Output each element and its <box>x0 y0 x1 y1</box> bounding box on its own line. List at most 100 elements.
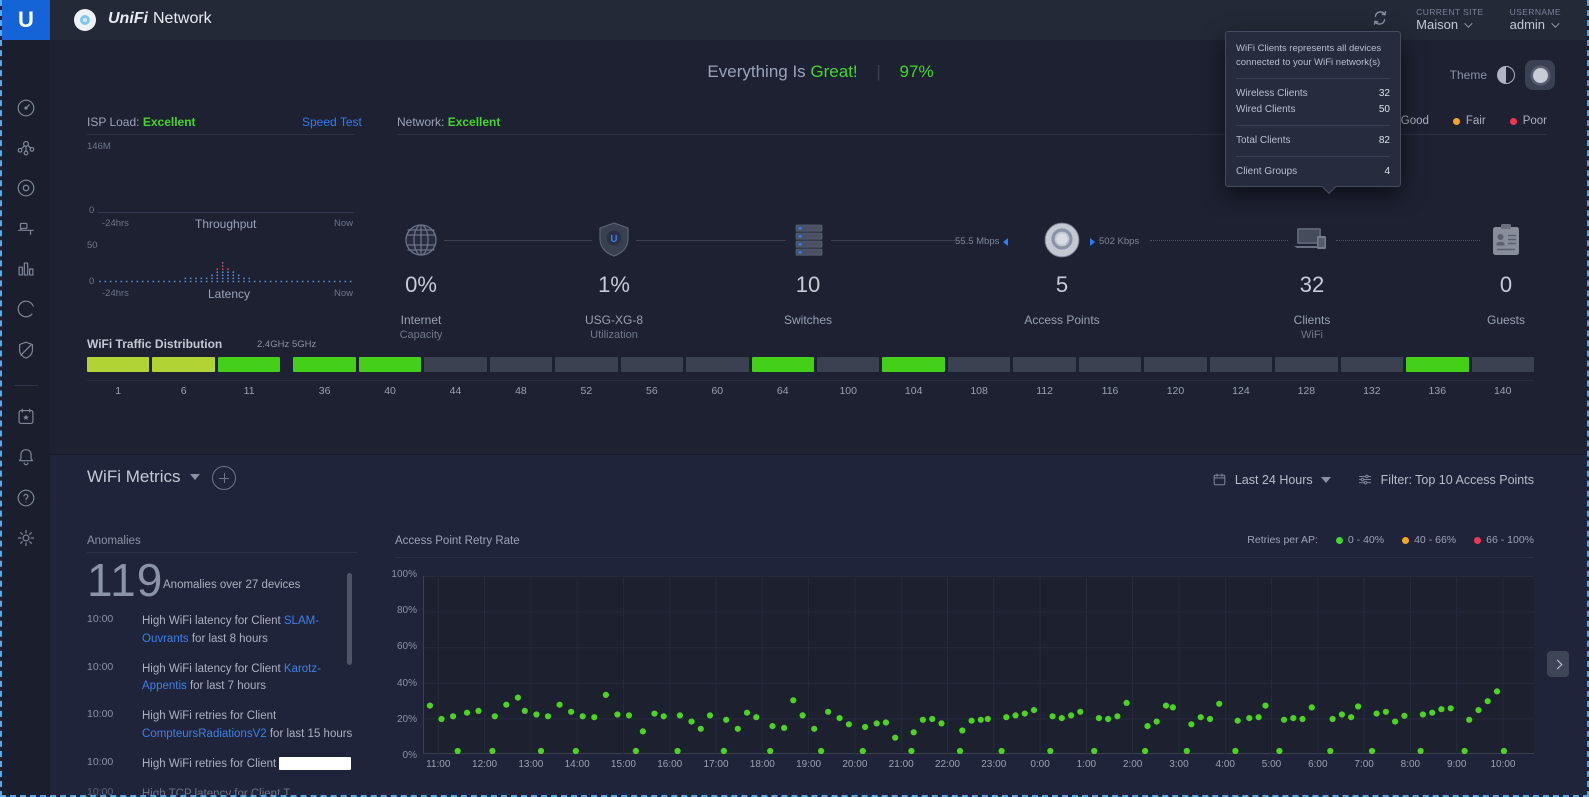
retry-data-point[interactable] <box>1114 713 1120 719</box>
retry-data-point[interactable] <box>1068 712 1074 718</box>
dark-theme-toggle-icon[interactable] <box>1525 60 1555 90</box>
retry-data-point[interactable] <box>999 748 1005 754</box>
retry-data-point[interactable] <box>580 713 586 719</box>
retry-data-point[interactable] <box>781 725 787 731</box>
channel-segment-128[interactable] <box>1275 357 1337 372</box>
channel-segment-6[interactable] <box>152 357 214 372</box>
retry-data-point[interactable] <box>1418 748 1424 754</box>
wifi-metrics-dropdown[interactable]: WiFi Metrics <box>87 467 200 487</box>
retry-data-point[interactable] <box>959 727 965 733</box>
retry-data-point[interactable] <box>1163 703 1169 709</box>
sidebar-item-topology[interactable] <box>15 137 37 159</box>
retry-data-point[interactable] <box>1429 710 1435 716</box>
retry-data-point[interactable] <box>1031 707 1037 713</box>
retry-data-point[interactable] <box>818 748 824 754</box>
retry-data-point[interactable] <box>1142 748 1148 754</box>
channel-segment-112[interactable] <box>1013 357 1075 372</box>
retry-data-point[interactable] <box>677 712 683 718</box>
retry-data-point[interactable] <box>1330 716 1336 722</box>
retry-data-point[interactable] <box>568 709 574 715</box>
retry-data-point[interactable] <box>475 708 481 714</box>
retry-data-point[interactable] <box>1077 709 1083 715</box>
retry-data-point[interactable] <box>846 721 852 727</box>
retry-data-point[interactable] <box>1392 719 1398 725</box>
user-menu[interactable]: USERNAME admin <box>1510 7 1561 34</box>
retry-data-point[interactable] <box>651 711 657 717</box>
retry-data-point[interactable] <box>860 748 866 754</box>
anomaly-client-link[interactable]: CompteursRadiationsV2 <box>142 728 267 740</box>
retry-data-point[interactable] <box>1420 711 1426 717</box>
retry-data-point[interactable] <box>688 719 694 725</box>
channel-segment-140[interactable] <box>1472 357 1534 372</box>
channel-segment-120[interactable] <box>1144 357 1206 372</box>
channel-segment-100[interactable] <box>817 357 879 372</box>
sidebar-item-threat-management[interactable] <box>15 339 37 361</box>
chart-next-button[interactable] <box>1547 651 1569 677</box>
retry-data-point[interactable] <box>1494 688 1500 694</box>
retry-data-point[interactable] <box>591 714 597 720</box>
retry-data-point[interactable] <box>464 710 470 716</box>
retry-data-point[interactable] <box>538 748 544 754</box>
retry-data-point[interactable] <box>957 748 963 754</box>
retry-data-point[interactable] <box>633 748 639 754</box>
retry-data-point[interactable] <box>721 748 727 754</box>
retry-data-point[interactable] <box>1276 748 1282 754</box>
sidebar-item-insights[interactable] <box>15 298 37 320</box>
retry-data-point[interactable] <box>533 711 539 717</box>
retry-data-point[interactable] <box>1170 704 1176 710</box>
retry-data-point[interactable] <box>1216 701 1222 707</box>
retry-data-point[interactable] <box>1374 711 1380 717</box>
access-point-device-icon[interactable] <box>1040 218 1084 262</box>
retry-data-point[interactable] <box>515 695 521 701</box>
retry-data-point[interactable] <box>1281 717 1287 723</box>
retry-data-point[interactable] <box>1198 714 1204 720</box>
light-theme-toggle-icon[interactable] <box>1497 66 1515 84</box>
retry-data-point[interactable] <box>800 712 806 718</box>
ubiquiti-logo[interactable]: U <box>2 0 50 40</box>
sidebar-item-settings[interactable] <box>15 527 37 549</box>
retry-data-point[interactable] <box>1012 712 1018 718</box>
sidebar-item-alerts[interactable] <box>15 446 37 468</box>
sidebar-item-help[interactable] <box>15 487 37 509</box>
retry-data-point[interactable] <box>1466 717 1472 723</box>
retry-data-point[interactable] <box>929 716 935 722</box>
retry-data-point[interactable] <box>825 709 831 715</box>
retry-data-point[interactable] <box>908 748 914 754</box>
retry-data-point[interactable] <box>811 726 817 732</box>
add-metric-button[interactable] <box>212 466 236 490</box>
channel-segment-136[interactable] <box>1406 357 1468 372</box>
retry-data-point[interactable] <box>1485 698 1491 704</box>
channel-segment-1[interactable] <box>87 357 149 372</box>
retry-data-point[interactable] <box>1235 718 1241 724</box>
retry-data-point[interactable] <box>1050 713 1056 719</box>
retry-data-point[interactable] <box>1256 714 1262 720</box>
retry-data-point[interactable] <box>1154 719 1160 725</box>
channel-segment-64[interactable] <box>752 357 814 372</box>
retry-data-point[interactable] <box>837 715 843 721</box>
retry-data-point[interactable] <box>874 720 880 726</box>
retry-data-point[interactable] <box>1207 716 1213 722</box>
retry-data-point[interactable] <box>1246 715 1252 721</box>
retry-data-point[interactable] <box>1348 714 1354 720</box>
sidebar-item-clients[interactable] <box>15 217 37 239</box>
retry-data-point[interactable] <box>790 697 796 703</box>
retry-data-point[interactable] <box>1188 721 1194 727</box>
retry-data-point[interactable] <box>450 713 456 719</box>
retry-data-point[interactable] <box>978 717 984 723</box>
retry-data-point[interactable] <box>1369 748 1375 754</box>
retry-data-point[interactable] <box>1438 706 1444 712</box>
switch-stack-icon[interactable] <box>786 218 830 262</box>
retry-data-point[interactable] <box>522 708 528 714</box>
retry-data-point[interactable] <box>707 712 713 718</box>
retry-data-point[interactable] <box>603 692 609 698</box>
retry-data-point[interactable] <box>1262 703 1268 709</box>
time-range-dropdown[interactable]: Last 24 Hours <box>1212 472 1331 487</box>
retry-data-point[interactable] <box>438 716 444 722</box>
channel-segment-60[interactable] <box>686 357 748 372</box>
retry-data-point[interactable] <box>1096 715 1102 721</box>
retry-data-point[interactable] <box>753 714 759 720</box>
channel-segment-56[interactable] <box>621 357 683 372</box>
channel-segment-44[interactable] <box>424 357 486 372</box>
retry-data-point[interactable] <box>1144 723 1150 729</box>
retry-data-point[interactable] <box>545 713 551 719</box>
